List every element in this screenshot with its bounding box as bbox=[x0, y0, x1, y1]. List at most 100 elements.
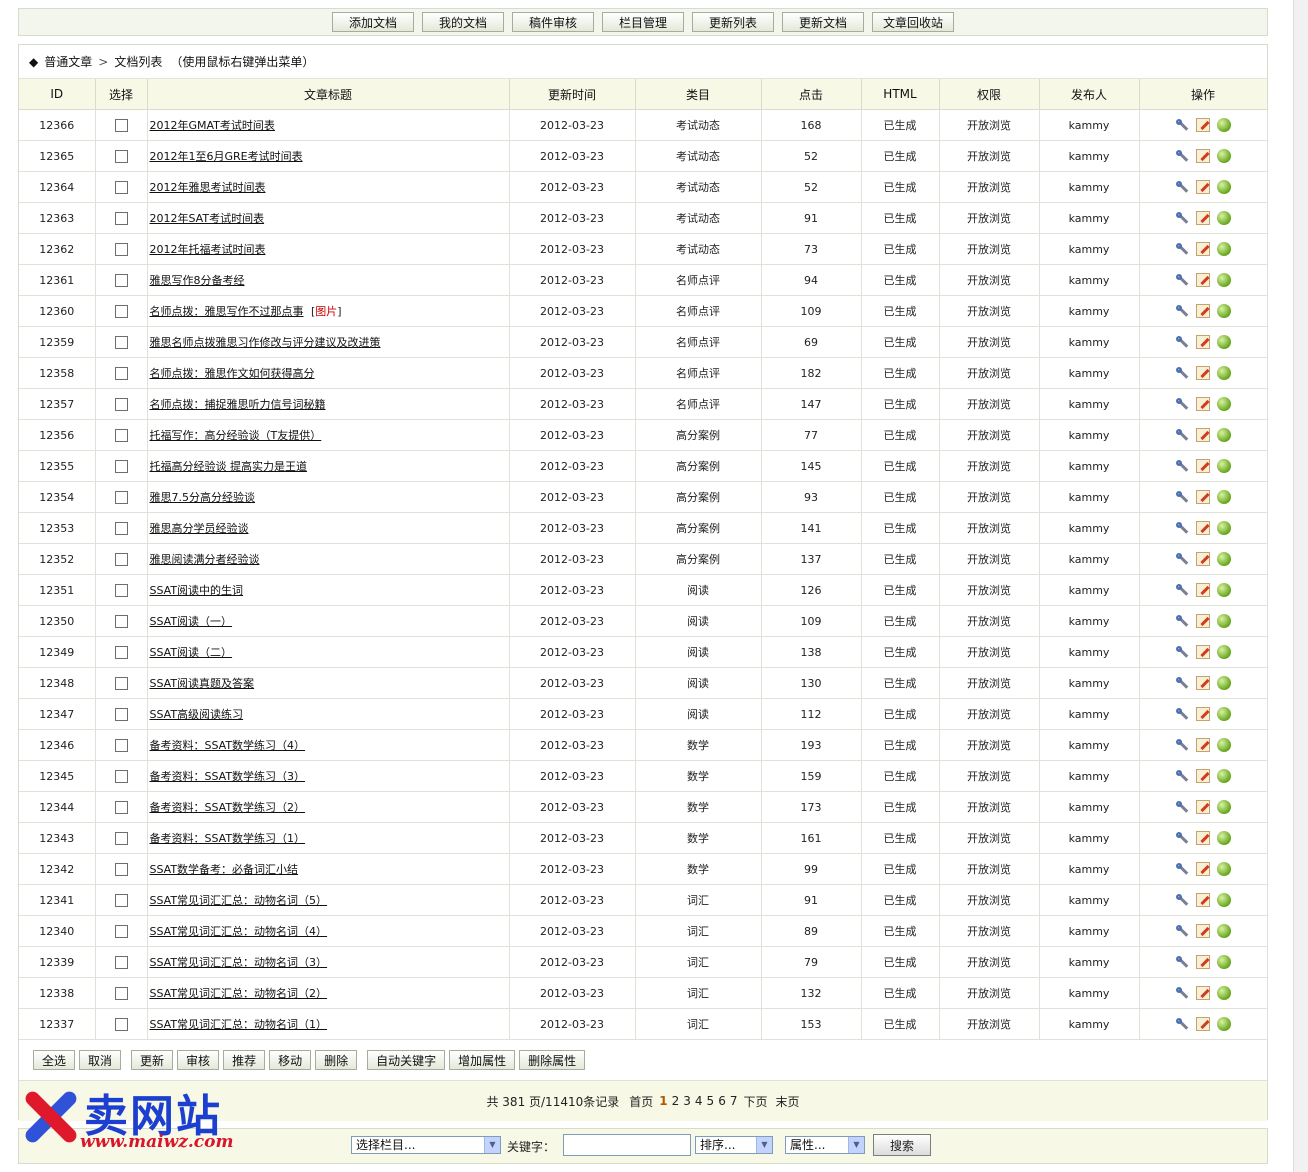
properties-icon[interactable] bbox=[1175, 614, 1189, 628]
properties-icon[interactable] bbox=[1175, 800, 1189, 814]
preview-globe-icon[interactable] bbox=[1217, 955, 1231, 969]
batch-action-button[interactable]: 全选 bbox=[33, 1050, 76, 1070]
keyword-input[interactable] bbox=[563, 1134, 691, 1156]
row-checkbox[interactable] bbox=[114, 552, 128, 566]
properties-icon[interactable] bbox=[1175, 118, 1189, 132]
article-title-link[interactable]: 托福高分经验谈 提高实力是王道 bbox=[150, 460, 308, 473]
article-title-link[interactable]: SSAT常见词汇汇总：动物名词（4） bbox=[150, 925, 328, 938]
properties-icon[interactable] bbox=[1175, 738, 1189, 752]
properties-icon[interactable] bbox=[1175, 273, 1189, 287]
page-number-link[interactable]: 3 bbox=[683, 1094, 691, 1108]
edit-icon[interactable] bbox=[1196, 118, 1210, 132]
properties-icon[interactable] bbox=[1175, 831, 1189, 845]
row-checkbox[interactable] bbox=[114, 831, 128, 845]
properties-icon[interactable] bbox=[1175, 583, 1189, 597]
edit-icon[interactable] bbox=[1196, 676, 1210, 690]
article-title-link[interactable]: 备考资料：SSAT数学练习（1） bbox=[150, 832, 306, 845]
vertical-scrollbar[interactable] bbox=[1293, 0, 1308, 1172]
properties-icon[interactable] bbox=[1175, 149, 1189, 163]
properties-icon[interactable] bbox=[1175, 924, 1189, 938]
toolbar-button[interactable]: 更新文档 bbox=[782, 12, 864, 32]
row-checkbox[interactable] bbox=[114, 676, 128, 690]
toolbar-button[interactable]: 更新列表 bbox=[692, 12, 774, 32]
batch-action-button[interactable]: 更新 bbox=[131, 1050, 174, 1070]
row-checkbox[interactable] bbox=[114, 645, 128, 659]
row-checkbox[interactable] bbox=[114, 614, 128, 628]
properties-icon[interactable] bbox=[1175, 955, 1189, 969]
page-number-link[interactable]: 2 bbox=[672, 1094, 680, 1108]
preview-globe-icon[interactable] bbox=[1217, 862, 1231, 876]
article-title-link[interactable]: 2012年GMAT考试时间表 bbox=[150, 119, 275, 132]
edit-icon[interactable] bbox=[1196, 428, 1210, 442]
edit-icon[interactable] bbox=[1196, 800, 1210, 814]
row-checkbox[interactable] bbox=[114, 335, 128, 349]
properties-icon[interactable] bbox=[1175, 676, 1189, 690]
row-checkbox[interactable] bbox=[114, 521, 128, 535]
next-page-link[interactable]: 下页 bbox=[743, 1093, 767, 1110]
preview-globe-icon[interactable] bbox=[1217, 490, 1231, 504]
toolbar-button[interactable]: 添加文档 bbox=[332, 12, 414, 32]
article-title-link[interactable]: SSAT数学备考：必备词汇小结 bbox=[150, 863, 299, 876]
preview-globe-icon[interactable] bbox=[1217, 335, 1231, 349]
properties-icon[interactable] bbox=[1175, 459, 1189, 473]
properties-icon[interactable] bbox=[1175, 521, 1189, 535]
preview-globe-icon[interactable] bbox=[1217, 738, 1231, 752]
article-title-link[interactable]: SSAT阅读（一） bbox=[150, 615, 233, 628]
article-title-link[interactable]: 雅思名师点拨雅思习作修改与评分建议及改进策 bbox=[150, 336, 381, 349]
row-checkbox[interactable] bbox=[114, 242, 128, 256]
edit-icon[interactable] bbox=[1196, 645, 1210, 659]
article-title-link[interactable]: 雅思高分学员经验谈 bbox=[150, 522, 249, 535]
properties-icon[interactable] bbox=[1175, 893, 1189, 907]
preview-globe-icon[interactable] bbox=[1217, 366, 1231, 380]
preview-globe-icon[interactable] bbox=[1217, 149, 1231, 163]
preview-globe-icon[interactable] bbox=[1217, 986, 1231, 1000]
sort-select[interactable]: 排序... ▼ bbox=[695, 1136, 773, 1154]
edit-icon[interactable] bbox=[1196, 273, 1210, 287]
row-checkbox[interactable] bbox=[114, 490, 128, 504]
properties-icon[interactable] bbox=[1175, 769, 1189, 783]
edit-icon[interactable] bbox=[1196, 986, 1210, 1000]
preview-globe-icon[interactable] bbox=[1217, 459, 1231, 473]
article-title-link[interactable]: SSAT阅读中的生词 bbox=[150, 584, 244, 597]
page-number-link[interactable]: 7 bbox=[730, 1094, 738, 1108]
row-checkbox[interactable] bbox=[114, 986, 128, 1000]
edit-icon[interactable] bbox=[1196, 924, 1210, 938]
edit-icon[interactable] bbox=[1196, 862, 1210, 876]
row-checkbox[interactable] bbox=[114, 428, 128, 442]
first-page-link[interactable]: 首页 bbox=[629, 1093, 653, 1110]
row-checkbox[interactable] bbox=[114, 862, 128, 876]
breadcrumb-root[interactable]: 普通文章 bbox=[44, 53, 92, 70]
row-checkbox[interactable] bbox=[114, 459, 128, 473]
edit-icon[interactable] bbox=[1196, 893, 1210, 907]
row-checkbox[interactable] bbox=[114, 273, 128, 287]
edit-icon[interactable] bbox=[1196, 521, 1210, 535]
preview-globe-icon[interactable] bbox=[1217, 676, 1231, 690]
preview-globe-icon[interactable] bbox=[1217, 397, 1231, 411]
column-select[interactable]: 选择栏目... ▼ bbox=[351, 1136, 501, 1154]
preview-globe-icon[interactable] bbox=[1217, 273, 1231, 287]
row-checkbox[interactable] bbox=[114, 366, 128, 380]
preview-globe-icon[interactable] bbox=[1217, 552, 1231, 566]
preview-globe-icon[interactable] bbox=[1217, 428, 1231, 442]
properties-icon[interactable] bbox=[1175, 180, 1189, 194]
properties-icon[interactable] bbox=[1175, 211, 1189, 225]
batch-action-button[interactable]: 自动关键字 bbox=[367, 1050, 446, 1070]
article-title-link[interactable]: 名师点拨：捕捉雅思听力信号词秘籍 bbox=[150, 398, 326, 411]
properties-icon[interactable] bbox=[1175, 862, 1189, 876]
preview-globe-icon[interactable] bbox=[1217, 645, 1231, 659]
edit-icon[interactable] bbox=[1196, 335, 1210, 349]
edit-icon[interactable] bbox=[1196, 211, 1210, 225]
edit-icon[interactable] bbox=[1196, 366, 1210, 380]
article-title-link[interactable]: SSAT阅读（二） bbox=[150, 646, 233, 659]
edit-icon[interactable] bbox=[1196, 769, 1210, 783]
edit-icon[interactable] bbox=[1196, 149, 1210, 163]
row-checkbox[interactable] bbox=[114, 893, 128, 907]
article-title-link[interactable]: SSAT常见词汇汇总：动物名词（3） bbox=[150, 956, 328, 969]
preview-globe-icon[interactable] bbox=[1217, 769, 1231, 783]
article-title-link[interactable]: 2012年托福考试时间表 bbox=[150, 243, 266, 256]
page-number-link[interactable]: 5 bbox=[707, 1094, 715, 1108]
preview-globe-icon[interactable] bbox=[1217, 583, 1231, 597]
edit-icon[interactable] bbox=[1196, 738, 1210, 752]
edit-icon[interactable] bbox=[1196, 180, 1210, 194]
preview-globe-icon[interactable] bbox=[1217, 1017, 1231, 1031]
